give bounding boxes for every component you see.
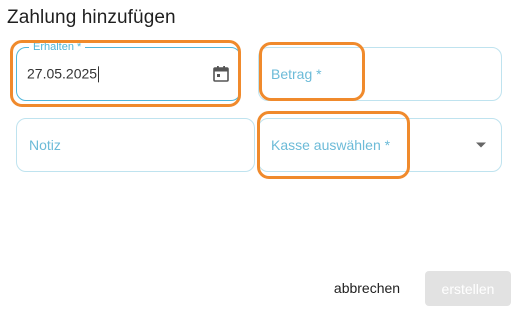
- note-label: Notiz: [29, 137, 61, 153]
- dialog-title: Zahlung hinzufügen: [7, 7, 176, 28]
- add-payment-dialog: Zahlung hinzufügen Erhalten * 27.05.2025…: [0, 0, 527, 312]
- received-date-input[interactable]: 27.05.2025: [27, 65, 100, 83]
- note-field[interactable]: Notiz: [16, 118, 255, 172]
- amount-field[interactable]: Betrag *: [258, 47, 502, 101]
- calendar-icon[interactable]: [212, 65, 230, 83]
- amount-label: Betrag *: [271, 66, 322, 82]
- cash-register-select[interactable]: Kasse auswählen *: [258, 118, 502, 172]
- chevron-down-icon[interactable]: [475, 141, 487, 149]
- cancel-button[interactable]: abbrechen: [325, 271, 409, 305]
- cash-register-label: Kasse auswählen *: [271, 137, 391, 153]
- received-date-label: Erhalten *: [29, 40, 86, 54]
- create-button[interactable]: erstellen: [425, 271, 511, 306]
- received-date-field[interactable]: Erhalten * 27.05.2025: [16, 40, 241, 101]
- received-date-value: 27.05.2025: [27, 65, 98, 82]
- text-caret: [98, 66, 100, 83]
